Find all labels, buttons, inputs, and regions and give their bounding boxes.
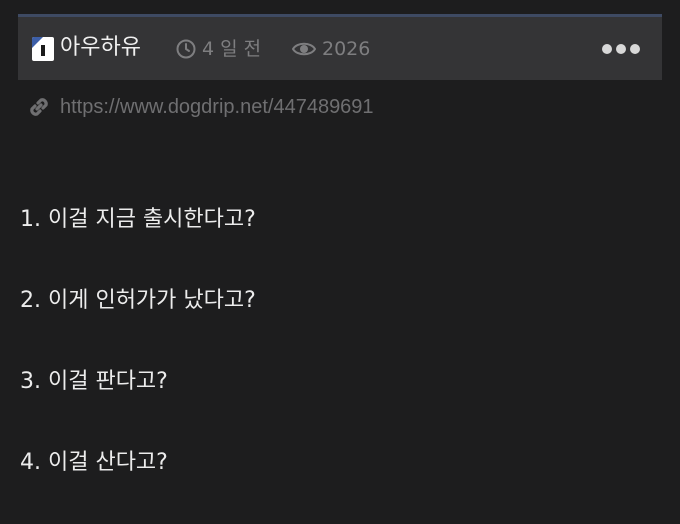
clock-icon [176,39,196,59]
post-header: 아우하유 4 일 전 2026 [18,14,662,80]
more-dot [630,44,640,54]
author-name[interactable]: 아우하유 [60,35,141,61]
eye-icon [292,42,316,56]
link-icon [30,98,48,116]
more-dot [616,44,626,54]
post-url-link[interactable]: https://www.dogdrip.net/447489691 [60,96,374,119]
post-line: 4. 이걸 산다고? [20,450,168,475]
time-ago-text: 4 일 전 [202,38,262,60]
post-line: 3. 이걸 판다고? [20,369,168,394]
more-options-button[interactable] [602,39,640,59]
post-views: 2026 [292,37,370,61]
post-time: 4 일 전 [176,37,261,61]
post-line: 2. 이게 인허가가 났다고? [20,288,256,313]
more-dot [602,44,612,54]
post-content: 1. 이걸 지금 출시한다고? 2. 이게 인허가가 났다고? 3. 이걸 판다… [20,200,256,524]
author-level-icon [32,37,54,61]
post-link-row: https://www.dogdrip.net/447489691 [26,94,374,120]
post-line: 1. 이걸 지금 출시한다고? [20,207,256,232]
view-count: 2026 [322,38,371,60]
